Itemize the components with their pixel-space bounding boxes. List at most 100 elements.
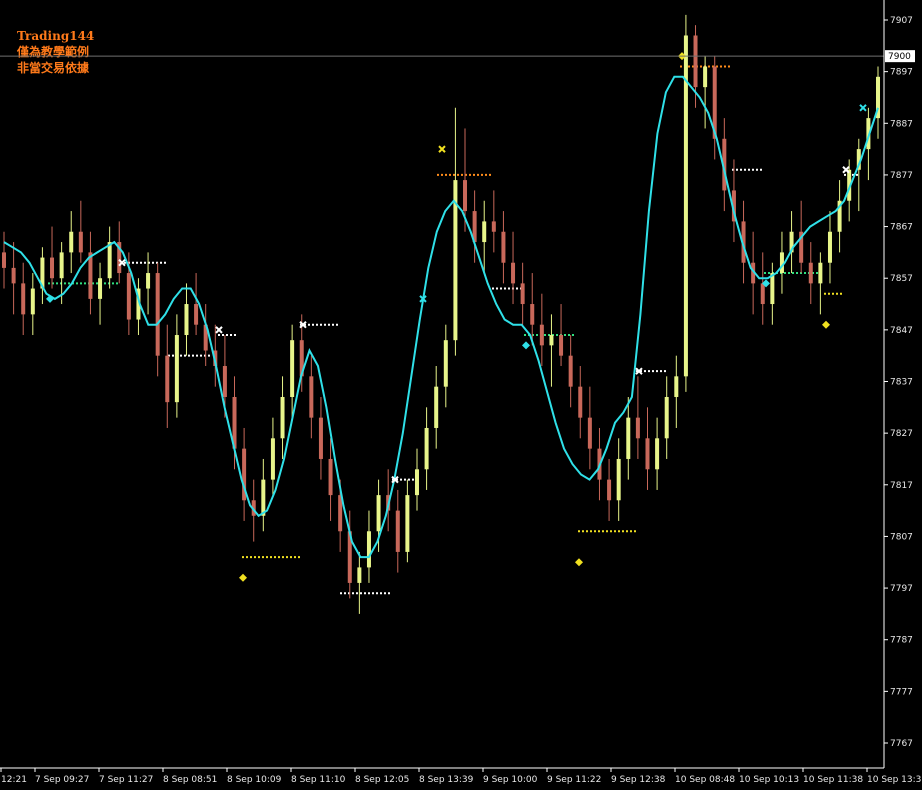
candle-body — [779, 252, 784, 274]
candle-body — [280, 396, 285, 439]
y-tick-label: 7817 — [890, 481, 913, 491]
x-tick-label: 8 Sep 10:09 — [227, 775, 282, 785]
signal-markers — [0, 52, 884, 582]
candle-body — [222, 366, 227, 397]
y-tick-label: 7907 — [890, 16, 913, 26]
candle-body — [549, 335, 554, 346]
candle-body — [760, 283, 765, 305]
candle-body — [59, 252, 64, 279]
candle-body — [482, 221, 487, 243]
diamond-marker — [239, 573, 247, 582]
candle-body — [261, 479, 266, 516]
candle-body — [434, 386, 439, 428]
y-tick-label: 7837 — [890, 378, 913, 388]
candle-body — [21, 283, 26, 315]
candle-body — [270, 438, 275, 480]
candle-body — [184, 304, 189, 336]
x-tick-label: 8 Sep 08:51 — [163, 775, 217, 785]
candle-body — [2, 252, 6, 268]
candle-body — [683, 35, 688, 377]
candle-body — [491, 221, 496, 232]
y-tick-label: 7807 — [890, 532, 913, 542]
candle-body — [357, 567, 362, 583]
diamond-marker — [522, 341, 530, 350]
candle-body — [50, 257, 55, 279]
candle-body — [328, 458, 333, 496]
candle-body — [559, 335, 564, 356]
candle-body — [655, 438, 660, 470]
candle-body — [98, 278, 103, 299]
x-tick-label: 10 Sep 13:36 — [867, 775, 922, 785]
x-tick-label: 9 Sep 11:22 — [547, 775, 601, 785]
y-tick-label: 7767 — [890, 739, 913, 749]
candle-body — [107, 242, 112, 279]
x-tick-label: 10 Sep 11:38 — [803, 775, 863, 785]
candle-body — [664, 396, 669, 439]
candle-body — [88, 252, 93, 299]
y-tick-label: 7797 — [890, 584, 913, 594]
candle-body — [405, 495, 410, 552]
candle-body — [126, 273, 131, 320]
candle-body — [501, 231, 506, 263]
candles — [2, 14, 880, 614]
candle-body — [818, 262, 823, 284]
candle-body — [607, 479, 612, 501]
candle-body — [827, 231, 832, 263]
x-tick-label: 9 Sep 10:00 — [483, 775, 538, 785]
candle-body — [318, 417, 323, 459]
current-price-label: 7900 — [888, 52, 911, 62]
candle-body — [395, 510, 400, 552]
candle-body — [424, 427, 429, 470]
y-tick-label: 7827 — [890, 429, 913, 439]
candle-body — [645, 438, 650, 470]
candle-body — [309, 376, 314, 418]
candle-body — [376, 495, 381, 532]
y-tick-label: 7857 — [890, 274, 913, 284]
candle-body — [693, 35, 698, 88]
x-tick-label: 7 Sep 09:27 — [35, 775, 89, 785]
x-tick-label: 10 Sep 10:13 — [739, 775, 799, 785]
candle-body — [578, 386, 583, 418]
diamond-marker — [822, 320, 830, 329]
x-tick-label: 8 Sep 12:05 — [355, 775, 409, 785]
candle-body — [414, 469, 419, 496]
candle-body — [770, 273, 775, 305]
candle-body — [174, 335, 179, 403]
diamond-marker — [46, 294, 54, 303]
x-tick-label: 12:21 — [1, 775, 27, 785]
candle-body — [808, 262, 813, 284]
y-tick-label: 7897 — [890, 68, 913, 78]
diamond-marker — [575, 558, 583, 567]
time-axis[interactable]: 12:21 7 Sep 09:27 7 Sep 11:27 8 Sep 08:51 8 … — [0, 767, 922, 785]
candle-body — [674, 376, 679, 397]
candle-body — [539, 324, 544, 346]
candle-body — [511, 262, 516, 284]
candle-body — [194, 304, 199, 325]
candle-body — [568, 355, 573, 387]
candle-body — [165, 355, 170, 403]
candle-body — [587, 417, 592, 449]
cross-marker — [859, 104, 867, 112]
candle-body — [703, 66, 708, 88]
y-tick-label: 7787 — [890, 636, 913, 646]
candle-body — [443, 340, 448, 387]
candle-body — [290, 340, 295, 397]
candle-body — [69, 231, 74, 253]
price-axis[interactable]: 7907 7897 7887 7877 7867 7857 7847 7837 7827 7817… — [883, 0, 915, 768]
cross-marker — [438, 145, 446, 153]
x-tick-label: 10 Sep 08:48 — [675, 775, 735, 785]
cross-marker — [215, 326, 223, 334]
y-tick-label: 7777 — [890, 687, 913, 697]
y-tick-label: 7867 — [890, 223, 913, 233]
candle-body — [30, 288, 35, 315]
y-tick-label: 7847 — [890, 326, 913, 336]
price-chart[interactable]: 7907 7897 7887 7877 7867 7857 7847 7837 7827 7817… — [0, 0, 922, 790]
candle-body — [366, 531, 371, 568]
candle-body — [520, 283, 525, 305]
x-tick-label: 8 Sep 13:39 — [419, 775, 474, 785]
x-tick-label: 8 Sep 11:10 — [291, 775, 346, 785]
candle-body — [155, 273, 160, 356]
candle-body — [78, 231, 83, 253]
y-tick-label: 7887 — [890, 119, 913, 129]
candle-body — [530, 304, 535, 325]
